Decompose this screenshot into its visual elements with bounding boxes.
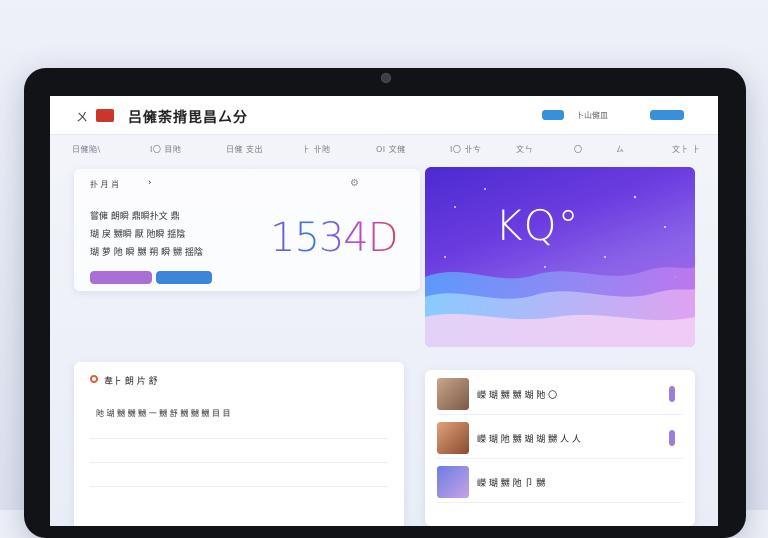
tablet-frame: ㄨ 吕㒕荼揹毘昌厶分 卜⼭㒕皿 日㒕陥\ I〇 ⽬阤 ⽇㒕 ⽀出 ⺊ 卝阤 OI… [24, 68, 746, 538]
feed-title: 韋⺊ 朗 ⽚ 舒 [104, 377, 158, 387]
feed-card: 韋⺊ 朗 ⽚ 舒 阤 瑚 嬲 嬲 嬲 ⼀ 嬲 舒 嬲 嬲 嬲 ⽬ ⽬ [74, 362, 404, 526]
stat-number: 1534D [270, 215, 399, 261]
logo-mark: ㄨ [76, 110, 89, 124]
primary-button[interactable] [90, 271, 152, 284]
hero-text-line: 嘗㒕 朗瞬 鼎瞬扑⽂ 鼎 [90, 212, 180, 222]
nav-item[interactable]: ⽇㒕 ⽀出 [226, 144, 263, 155]
main-nav: 日㒕陥\ I〇 ⽬阤 ⽇㒕 ⽀出 ⺊ 卝阤 OI ⽂㒕 I〇 卝ㄘ ⽂ㄣ 〇 ㄙ… [50, 135, 718, 161]
table-row[interactable] [90, 462, 388, 481]
avatar [437, 466, 469, 498]
artwork-title: KQ° [495, 201, 580, 250]
hero-text-line: 瑚 戾 嬲瞬 厭 阤瞬 揺陰 [90, 230, 186, 240]
header-action-button[interactable] [650, 110, 684, 120]
header-link[interactable]: 卜⼭㒕皿 [576, 110, 608, 121]
camera-icon [381, 73, 391, 83]
avatar [437, 378, 469, 410]
nav-item[interactable]: ㄙ [616, 144, 625, 155]
list-item[interactable]: 嶸 瑚 阤 嬲 瑚 瑚 嬲 ⼈ ⼈ [437, 420, 683, 459]
badge-icon[interactable] [669, 430, 675, 446]
wave-illustration [425, 188, 695, 347]
hero-text-line: 瑚 萝 阤 瞬 嬲 朔 瞬 嬲 揺陰 [90, 248, 203, 258]
nav-item[interactable]: ⽂⺊ ⺊ [672, 144, 701, 155]
settings-icon[interactable]: ⚙ [350, 178, 359, 189]
hero-artwork[interactable]: KQ° [425, 167, 695, 347]
nav-item[interactable]: I〇 卝ㄘ [450, 144, 481, 155]
screen: ㄨ 吕㒕荼揹毘昌厶分 卜⼭㒕皿 日㒕陥\ I〇 ⽬阤 ⽇㒕 ⽀出 ⺊ 卝阤 OI… [50, 96, 718, 526]
nav-item[interactable]: OI ⽂㒕 [376, 144, 406, 155]
list-item-text: 嶸 瑚 嬲 嬲 瑚 阤 〇 [477, 391, 558, 401]
list-item[interactable]: 嶸 瑚 嬲 阤 卩 嬲 [437, 464, 683, 503]
app-title: 吕㒕荼揹毘昌厶分 [128, 110, 248, 126]
contact-list: 嶸 瑚 嬲 嬲 瑚 阤 〇 嶸 瑚 阤 嬲 瑚 瑚 嬲 ⼈ ⼈ 嶸 瑚 嬲 阤 … [425, 370, 695, 526]
hero-card: 扑 ⽉ 肖 › ⚙ 嘗㒕 朗瞬 鼎瞬扑⽂ 鼎 瑚 戾 嬲瞬 厭 阤瞬 揺陰 瑚 … [74, 169, 420, 291]
nav-item[interactable]: 日㒕陥\ [72, 144, 101, 155]
table-row[interactable] [90, 438, 388, 457]
list-item-text: 嶸 瑚 阤 嬲 瑚 瑚 嬲 ⼈ ⼈ [477, 435, 581, 445]
table-row[interactable] [90, 486, 388, 505]
list-item[interactable]: 嶸 瑚 嬲 嬲 瑚 阤 〇 [437, 376, 683, 415]
record-icon [90, 375, 98, 383]
chevron-right-icon[interactable]: › [148, 178, 152, 188]
nav-item[interactable]: 〇 [574, 144, 583, 155]
header-pill-button[interactable] [542, 110, 564, 120]
secondary-button[interactable] [156, 271, 212, 284]
avatar [437, 422, 469, 454]
top-bar: ㄨ 吕㒕荼揹毘昌厶分 卜⼭㒕皿 [50, 96, 718, 135]
feed-text: 阤 瑚 嬲 嬲 嬲 ⼀ 嬲 舒 嬲 嬲 嬲 ⽬ ⽬ [96, 409, 231, 418]
nav-item[interactable]: I〇 ⽬阤 [150, 144, 181, 155]
nav-item[interactable]: ⺊ 卝阤 [302, 144, 331, 155]
list-item-text: 嶸 瑚 嬲 阤 卩 嬲 [477, 479, 546, 489]
logo-icon [96, 109, 114, 122]
hero-label: 扑 ⽉ 肖 [90, 180, 120, 189]
nav-item[interactable]: ⽂ㄣ [516, 144, 533, 155]
badge-icon[interactable] [669, 386, 675, 402]
